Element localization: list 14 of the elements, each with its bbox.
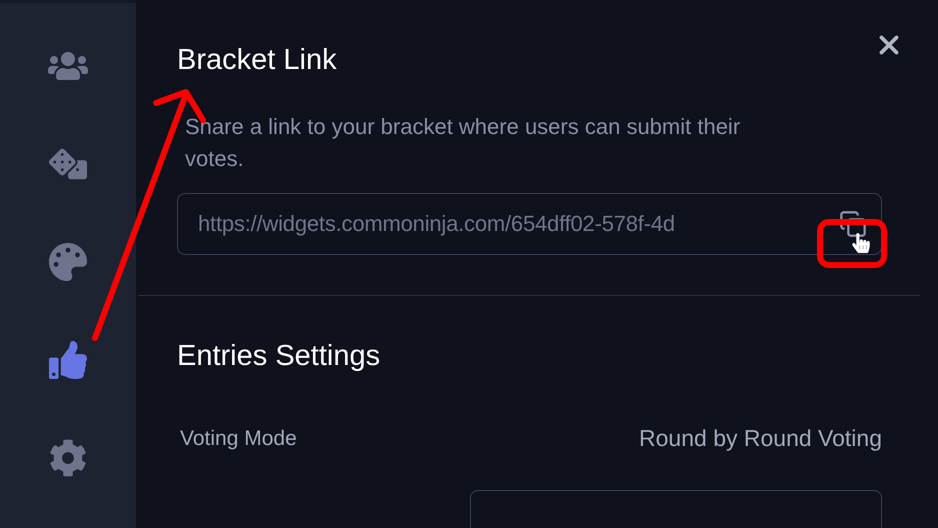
setting-label: Voting Mode xyxy=(180,426,297,450)
section-title: Entries Settings xyxy=(177,340,382,373)
link-field[interactable]: https://widgets.commoninja.com/654dff02-578f-4d xyxy=(177,193,882,255)
palette-nav-button[interactable] xyxy=(47,241,89,283)
section-title: Bracket Link xyxy=(177,44,338,77)
thumbs-up-nav-button[interactable] xyxy=(47,339,89,381)
link-url: https://widgets.commoninja.com/654dff02-578f-4d xyxy=(198,211,676,237)
setting-value[interactable]: Round by Round Voting xyxy=(639,425,882,452)
palette-icon xyxy=(49,243,87,281)
thumbs-up-icon xyxy=(49,341,87,379)
section-description: Share a link to your bracket where users can submit their votes. xyxy=(185,113,742,173)
hand-cursor-icon xyxy=(851,233,871,253)
settings-icon xyxy=(49,439,87,477)
highlight-ring xyxy=(817,219,887,268)
